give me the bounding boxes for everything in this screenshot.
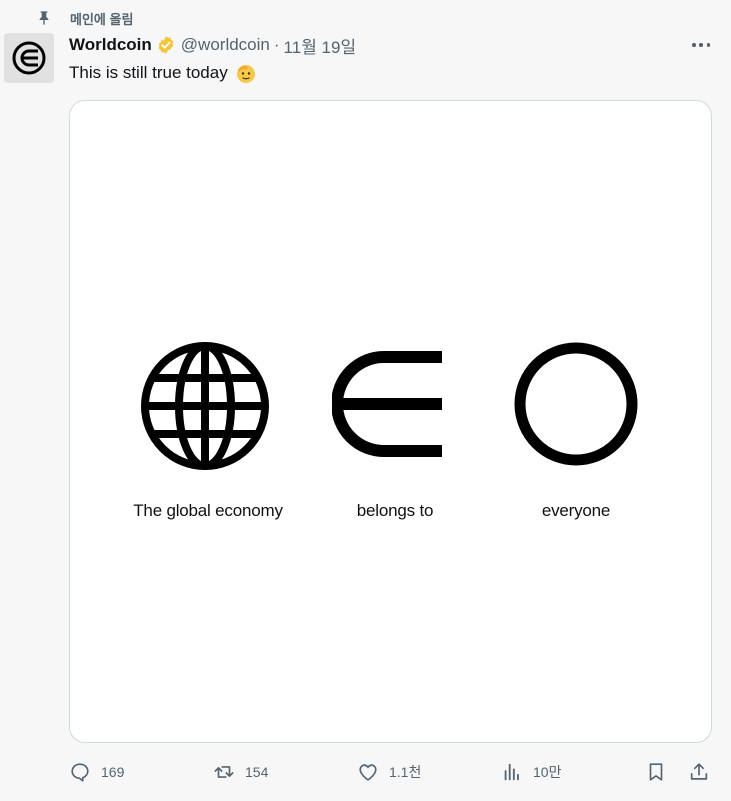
element-of-icon bbox=[332, 351, 442, 457]
media-caption-1: The global economy bbox=[133, 501, 283, 520]
tweet-header: Worldcoin @worldcoin · 11월 19일 bbox=[69, 33, 356, 57]
retweet-icon bbox=[214, 766, 234, 778]
bookmark-icon bbox=[649, 763, 663, 781]
pinned-label: 메인에 올림 bbox=[70, 11, 134, 27]
share-button[interactable] bbox=[688, 757, 710, 787]
pin-icon bbox=[39, 11, 49, 25]
avatar[interactable] bbox=[4, 33, 54, 83]
tweet-text: This is still true today bbox=[69, 61, 258, 85]
reply-button[interactable]: 169 bbox=[69, 757, 124, 787]
like-count: 1.1천 bbox=[389, 764, 422, 780]
media-image[interactable]: The global economy belongs to everyone bbox=[69, 100, 712, 743]
verified-badge-icon[interactable] bbox=[156, 35, 176, 55]
action-bar: 169 154 1.1천 10만 bbox=[0, 757, 731, 787]
media-caption-2: belongs to bbox=[356, 501, 434, 520]
reply-icon bbox=[71, 763, 89, 782]
like-button[interactable]: 1.1천 bbox=[357, 757, 421, 787]
tweet-body: This is still true today bbox=[69, 63, 228, 82]
bookmark-button[interactable] bbox=[645, 757, 667, 787]
more-options-button[interactable] bbox=[689, 36, 713, 54]
reply-count: 169 bbox=[101, 764, 125, 780]
globe-icon bbox=[141, 342, 269, 470]
circle-icon bbox=[514, 342, 638, 466]
author-name[interactable]: Worldcoin bbox=[69, 35, 152, 55]
view-count: 10만 bbox=[533, 764, 562, 780]
saluting-face-emoji-icon bbox=[236, 65, 255, 83]
more-dot-icon bbox=[706, 43, 710, 47]
retweet-count: 154 bbox=[245, 764, 269, 780]
separator-dot: · bbox=[273, 35, 280, 54]
analytics-icon bbox=[504, 763, 519, 781]
worldcoin-logo-icon bbox=[12, 41, 46, 75]
media-caption-3: everyone bbox=[541, 501, 611, 520]
views-button[interactable]: 10만 bbox=[501, 757, 561, 787]
more-dot-icon bbox=[699, 43, 703, 47]
more-dot-icon bbox=[692, 43, 696, 47]
tweet-timestamp[interactable]: 11월 19일 bbox=[284, 33, 357, 58]
author-handle[interactable]: @worldcoin bbox=[181, 35, 270, 55]
heart-icon bbox=[359, 764, 377, 781]
retweet-button[interactable]: 154 bbox=[213, 757, 268, 787]
pinned-indicator: 메인에 올림 bbox=[36, 8, 133, 28]
share-icon bbox=[690, 763, 708, 780]
